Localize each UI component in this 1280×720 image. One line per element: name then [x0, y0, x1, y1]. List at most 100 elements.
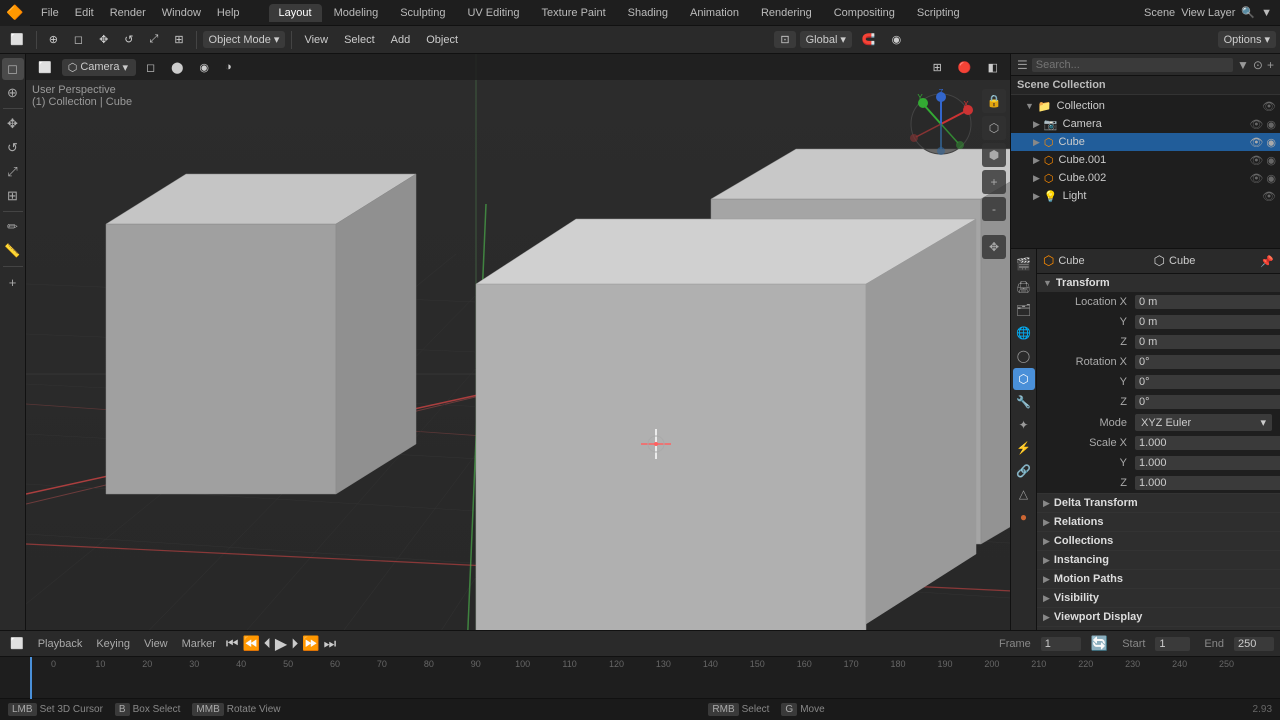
current-frame-input[interactable] [1041, 637, 1081, 651]
menu-window[interactable]: Window [155, 5, 208, 21]
next-key-btn[interactable]: ⏵ [291, 635, 298, 652]
menu-edit[interactable]: Edit [68, 5, 101, 21]
play-btn[interactable]: ▶ [275, 634, 287, 654]
measure-btn[interactable]: 📏 [2, 240, 24, 262]
playback-btn[interactable]: Playback [34, 637, 87, 651]
location-z-input[interactable] [1135, 335, 1280, 349]
cursor-tool-btn[interactable]: ⊕ [2, 82, 24, 104]
scale-y-input[interactable] [1135, 456, 1280, 470]
outliner-filter-icon[interactable]: ▼ [1237, 58, 1249, 72]
outliner-search[interactable] [1032, 58, 1233, 72]
prop-world-btn[interactable]: ◯ [1013, 345, 1035, 367]
prev-frame-btn[interactable]: ⏪ [242, 635, 259, 652]
cursor-btn[interactable]: ⊕ [43, 31, 64, 48]
transform-pivot-btn[interactable]: ⊡ [774, 31, 795, 48]
prop-object-btn[interactable]: ⬡ [1013, 368, 1035, 390]
cube001-eye-icon[interactable]: 👁 [1249, 154, 1263, 167]
cube-eye-icon[interactable]: 👁 [1249, 136, 1263, 149]
visibility-header[interactable]: ▶ Visibility [1037, 589, 1280, 607]
menu-render[interactable]: Render [103, 5, 153, 21]
prop-data-btn[interactable]: △ [1013, 483, 1035, 505]
vp-perspective-btn[interactable]: ⬡ [982, 116, 1006, 140]
scale-z-input[interactable] [1135, 476, 1280, 490]
cube-render-icon[interactable]: ◉ [1266, 136, 1276, 149]
end-frame-input[interactable] [1234, 637, 1274, 651]
menu-help[interactable]: Help [210, 5, 247, 21]
outliner-new-icon[interactable]: + [1267, 58, 1274, 72]
prop-scene-btn[interactable]: 🌐 [1013, 322, 1035, 344]
tab-layout[interactable]: Layout [269, 4, 322, 22]
jump-end-btn[interactable]: ⏭ [324, 635, 337, 652]
prop-modifier-btn[interactable]: 🔧 [1013, 391, 1035, 413]
timeline-editor-icon[interactable]: ⬜ [6, 636, 28, 651]
outliner-item-cube002[interactable]: ▶ ⬡ Cube.002 👁 ◉ [1011, 169, 1280, 187]
delta-transform-header[interactable]: ▶ Delta Transform [1037, 494, 1280, 512]
vp-lock-btn[interactable]: 🔒 [982, 89, 1006, 113]
rotation-z-input[interactable] [1135, 395, 1280, 409]
start-frame-input[interactable] [1155, 637, 1190, 651]
viewport-xray-btn[interactable]: ◧ [982, 59, 1004, 76]
scale-tool-btn[interactable]: ⤢ [2, 161, 24, 183]
rotate-tool-btn[interactable]: ↺ [2, 137, 24, 159]
viewport[interactable]: ⬜ ⬡ Camera ▾ ◻ ⬤ ◉ ◑ ⊞ 🔴 ◧ User Perspect… [26, 54, 1010, 630]
prop-material-btn[interactable]: ● [1013, 506, 1035, 528]
canvas-area[interactable]: ⬜ ⬡ Camera ▾ ◻ ⬤ ◉ ◑ ⊞ 🔴 ◧ User Perspect… [26, 54, 1010, 630]
motion-paths-header[interactable]: ▶ Motion Paths [1037, 570, 1280, 588]
tab-uv-editing[interactable]: UV Editing [457, 4, 529, 22]
outliner-item-light[interactable]: ▶ 💡 Light 👁 [1011, 187, 1280, 205]
tab-texture-paint[interactable]: Texture Paint [531, 4, 615, 22]
tab-shading[interactable]: Shading [618, 4, 678, 22]
prop-output-btn[interactable]: 🖨 [1013, 276, 1035, 298]
outliner-item-collection[interactable]: ▼ 📁 Collection 👁 [1011, 97, 1280, 115]
viewport-shading-render[interactable]: ◑ [219, 59, 238, 75]
select-btn[interactable]: ◻ [68, 31, 89, 48]
snapping-btn[interactable]: 🧲 [856, 31, 882, 48]
annotate-btn[interactable]: ✏ [2, 216, 24, 238]
prop-constraints-btn[interactable]: 🔗 [1013, 460, 1035, 482]
outliner-item-cube001[interactable]: ▶ ⬡ Cube.001 👁 ◉ [1011, 151, 1280, 169]
prop-render-btn[interactable]: 🎬 [1013, 253, 1035, 275]
grab-btn[interactable]: ✥ [93, 31, 114, 48]
cube002-render-icon[interactable]: ◉ [1266, 172, 1276, 185]
cube001-render-icon[interactable]: ◉ [1266, 154, 1276, 167]
viewport-shading-material[interactable]: ◉ [193, 59, 215, 76]
location-x-input[interactable] [1135, 295, 1280, 309]
object-mode-dropdown[interactable]: Object Mode ▾ [203, 31, 286, 48]
rotation-mode-dropdown[interactable]: XYZ Euler ▾ [1135, 414, 1272, 431]
tab-scripting[interactable]: Scripting [907, 4, 970, 22]
search-icon[interactable]: 🔍 [1241, 6, 1255, 19]
outliner-item-camera[interactable]: ▶ 📷 Camera 👁 ◉ [1011, 115, 1280, 133]
select-tool-btn[interactable]: ◻ [2, 58, 24, 80]
options-btn[interactable]: Options ▾ [1218, 31, 1276, 48]
tab-animation[interactable]: Animation [680, 4, 749, 22]
prev-key-btn[interactable]: ⏴ [264, 635, 271, 652]
tab-modeling[interactable]: Modeling [324, 4, 389, 22]
transform-global-btn[interactable]: Global ▾ [800, 31, 852, 48]
object-menu-btn[interactable]: Object [420, 32, 464, 48]
rotation-y-input[interactable] [1135, 375, 1280, 389]
move-tool-btn[interactable]: ✥ [2, 113, 24, 135]
viewport-overlays-btn[interactable]: 🔴 [952, 59, 978, 76]
viewport-editor-btn[interactable]: ⬜ [32, 59, 58, 76]
transform-btn[interactable]: ⊞ [168, 31, 189, 48]
viewport-gizmo[interactable]: X Y Z [906, 89, 976, 159]
camera-render-icon[interactable]: ◉ [1266, 118, 1276, 131]
editor-type-btn[interactable]: ⬜ [4, 31, 30, 48]
tab-sculpting[interactable]: Sculpting [390, 4, 455, 22]
view-btn[interactable]: View [298, 32, 334, 48]
timeline-body[interactable]: 0 10 20 30 40 50 60 70 80 90 100 110 120… [0, 657, 1280, 699]
custom-properties-header[interactable]: ▶ Custom Properties [1037, 627, 1280, 630]
next-frame-btn[interactable]: ⏩ [302, 635, 319, 652]
loop-icon[interactable]: 🔄 [1091, 635, 1108, 652]
camera-eye-icon[interactable]: 👁 [1249, 118, 1263, 131]
add-object-btn[interactable]: + [2, 271, 24, 293]
collections-header[interactable]: ▶ Collections [1037, 532, 1280, 550]
outliner-item-cube[interactable]: ▶ ⬡ Cube 👁 ◉ [1011, 133, 1280, 151]
blender-logo[interactable]: 🔶 [0, 0, 30, 26]
menu-file[interactable]: File [34, 5, 66, 21]
transform-tool-btn[interactable]: ⊞ [2, 185, 24, 207]
marker-btn[interactable]: Marker [178, 637, 220, 651]
viewport-gizmos-btn[interactable]: ⊞ [927, 59, 948, 76]
tab-compositing[interactable]: Compositing [824, 4, 905, 22]
prop-physics-btn[interactable]: ⚡ [1013, 437, 1035, 459]
